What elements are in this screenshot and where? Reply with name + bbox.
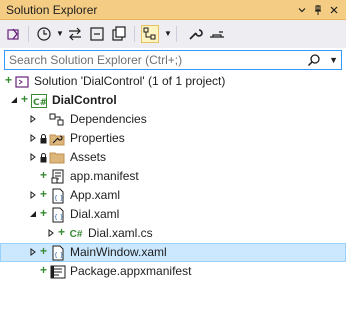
tree-item-dialcontrol-project[interactable]: + C# DialControl <box>0 91 346 110</box>
git-added-icon: + <box>40 168 48 182</box>
git-added-icon: + <box>40 206 48 220</box>
manifest-icon <box>50 169 66 185</box>
tree-item-solution[interactable]: + Solution 'DialControl' (1 of 1 project… <box>0 72 346 91</box>
panel-title: Solution Explorer <box>6 3 98 17</box>
preview-icon[interactable] <box>208 25 226 43</box>
show-all-files-icon[interactable] <box>110 25 128 43</box>
appxmanifest-icon <box>50 264 66 280</box>
tree-item-label: DialControl <box>52 93 117 107</box>
solution-explorer-titlebar: Solution Explorer <box>0 0 346 20</box>
lock-icon <box>40 133 47 144</box>
wrench-folder-icon <box>49 131 65 147</box>
folder-icon <box>49 150 65 166</box>
collapsed-arrow-icon[interactable] <box>28 247 38 257</box>
tree-item-label: Dependencies <box>70 112 147 126</box>
tree-item-assets[interactable]: Assets <box>0 148 346 167</box>
tree-item-app-xaml[interactable]: + { } App.xaml <box>0 186 346 205</box>
expanded-arrow-icon[interactable] <box>9 95 19 105</box>
tree-item-dial-xaml-cs[interactable]: + C# Dial.xaml.cs <box>0 224 346 243</box>
tree-item-label: App.xaml <box>70 188 121 202</box>
tree-item-dial-xaml[interactable]: + { } Dial.xaml <box>0 205 346 224</box>
xaml-icon: { } <box>50 188 66 204</box>
git-added-icon: + <box>21 92 29 106</box>
tree-item-label: Properties <box>70 131 125 145</box>
collapse-all-icon[interactable] <box>88 25 106 43</box>
git-added-icon: + <box>40 244 48 258</box>
collapsed-arrow-icon[interactable] <box>28 133 38 143</box>
svg-text:{ }: { } <box>54 214 64 221</box>
tree-item-label: MainWindow.xaml <box>70 245 167 259</box>
search-input[interactable] <box>7 52 311 68</box>
sync-icon[interactable] <box>66 25 84 43</box>
git-added-icon: + <box>5 73 13 87</box>
solution-icon <box>14 74 30 90</box>
git-added-icon: + <box>40 263 48 277</box>
collapsed-arrow-icon[interactable] <box>46 228 56 238</box>
tree-item-label: Package.appxmanifest <box>70 264 192 278</box>
tree-item-label: Solution 'DialControl' (1 of 1 project) <box>34 74 226 88</box>
csharp-file-icon: C# <box>68 226 84 242</box>
tree-item-properties[interactable]: Properties <box>0 129 346 148</box>
tree-item-dependencies[interactable]: Dependencies <box>0 110 346 129</box>
wrench-icon[interactable] <box>186 25 204 43</box>
chevron-down-icon[interactable] <box>294 2 310 18</box>
vs-switch-views-icon[interactable] <box>5 25 23 43</box>
pin-icon[interactable] <box>310 2 326 18</box>
dependencies-icon <box>49 112 65 128</box>
csharp-badge: C# <box>69 228 83 240</box>
search-icon[interactable] <box>307 53 321 67</box>
chevron-down-icon[interactable]: ▼ <box>164 29 172 38</box>
svg-text:{ }: { } <box>54 195 64 202</box>
tree-item-label: app.manifest <box>70 169 139 183</box>
solution-explorer-toolbar: ▼ ▼ <box>0 20 346 48</box>
tree-item-package-appxmanifest[interactable]: + Package.appxmanifest <box>0 262 346 281</box>
tree-view-icon[interactable] <box>141 25 159 43</box>
chevron-down-icon[interactable]: ▼ <box>329 55 338 65</box>
toolbar-separator <box>176 26 177 42</box>
tree-item-label: Dial.xaml.cs <box>88 226 153 240</box>
expanded-arrow-icon[interactable] <box>28 209 38 219</box>
svg-text:C#: C# <box>33 98 47 108</box>
collapsed-arrow-icon[interactable] <box>28 152 38 162</box>
lock-icon <box>40 152 47 163</box>
git-added-icon: + <box>40 187 48 201</box>
collapsed-arrow-icon[interactable] <box>28 114 38 124</box>
chevron-down-icon[interactable]: ▼ <box>56 29 64 38</box>
clock-icon[interactable] <box>35 25 53 43</box>
collapsed-arrow-icon[interactable] <box>28 190 38 200</box>
xaml-icon: { } <box>50 245 66 261</box>
toolbar-separator <box>28 26 29 42</box>
tree-item-app-manifest[interactable]: + app.manifest <box>0 167 346 186</box>
csharp-project-icon: C# <box>31 93 47 109</box>
search-box: ▼ <box>4 50 342 70</box>
toolbar-separator <box>134 26 135 42</box>
close-icon[interactable] <box>326 2 342 18</box>
git-added-icon: + <box>58 225 66 239</box>
tree-item-label: Assets <box>70 150 107 164</box>
svg-text:{ }: { } <box>54 252 64 259</box>
xaml-icon: { } <box>50 207 66 223</box>
tree-item-label: Dial.xaml <box>70 207 120 221</box>
tree-item-mainwindow-xaml[interactable]: + { } MainWindow.xaml <box>0 243 346 262</box>
